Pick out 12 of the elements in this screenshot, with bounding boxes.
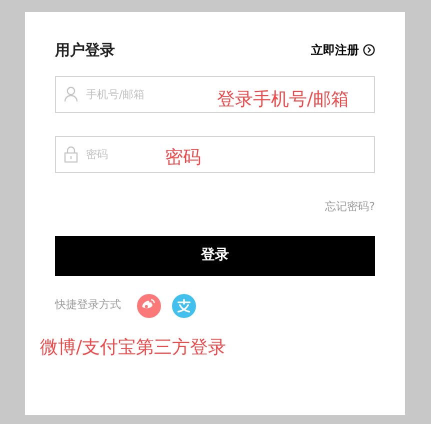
annotation-text: 微博/支付宝第三方登录: [40, 336, 226, 360]
weibo-icon[interactable]: [137, 294, 161, 318]
login-button[interactable]: 登录: [55, 236, 375, 276]
register-link[interactable]: 立即注册: [311, 41, 375, 59]
chevron-circle-icon: [363, 44, 375, 56]
person-icon: [64, 86, 78, 102]
alipay-icon[interactable]: [172, 294, 196, 318]
login-title: 用户登录: [55, 40, 115, 61]
lock-icon: [64, 146, 78, 163]
quick-login-label: 快捷登录方式: [55, 297, 121, 314]
annotation-text: 登录手机号/邮箱: [217, 88, 350, 112]
annotation-text: 密码: [165, 146, 201, 170]
